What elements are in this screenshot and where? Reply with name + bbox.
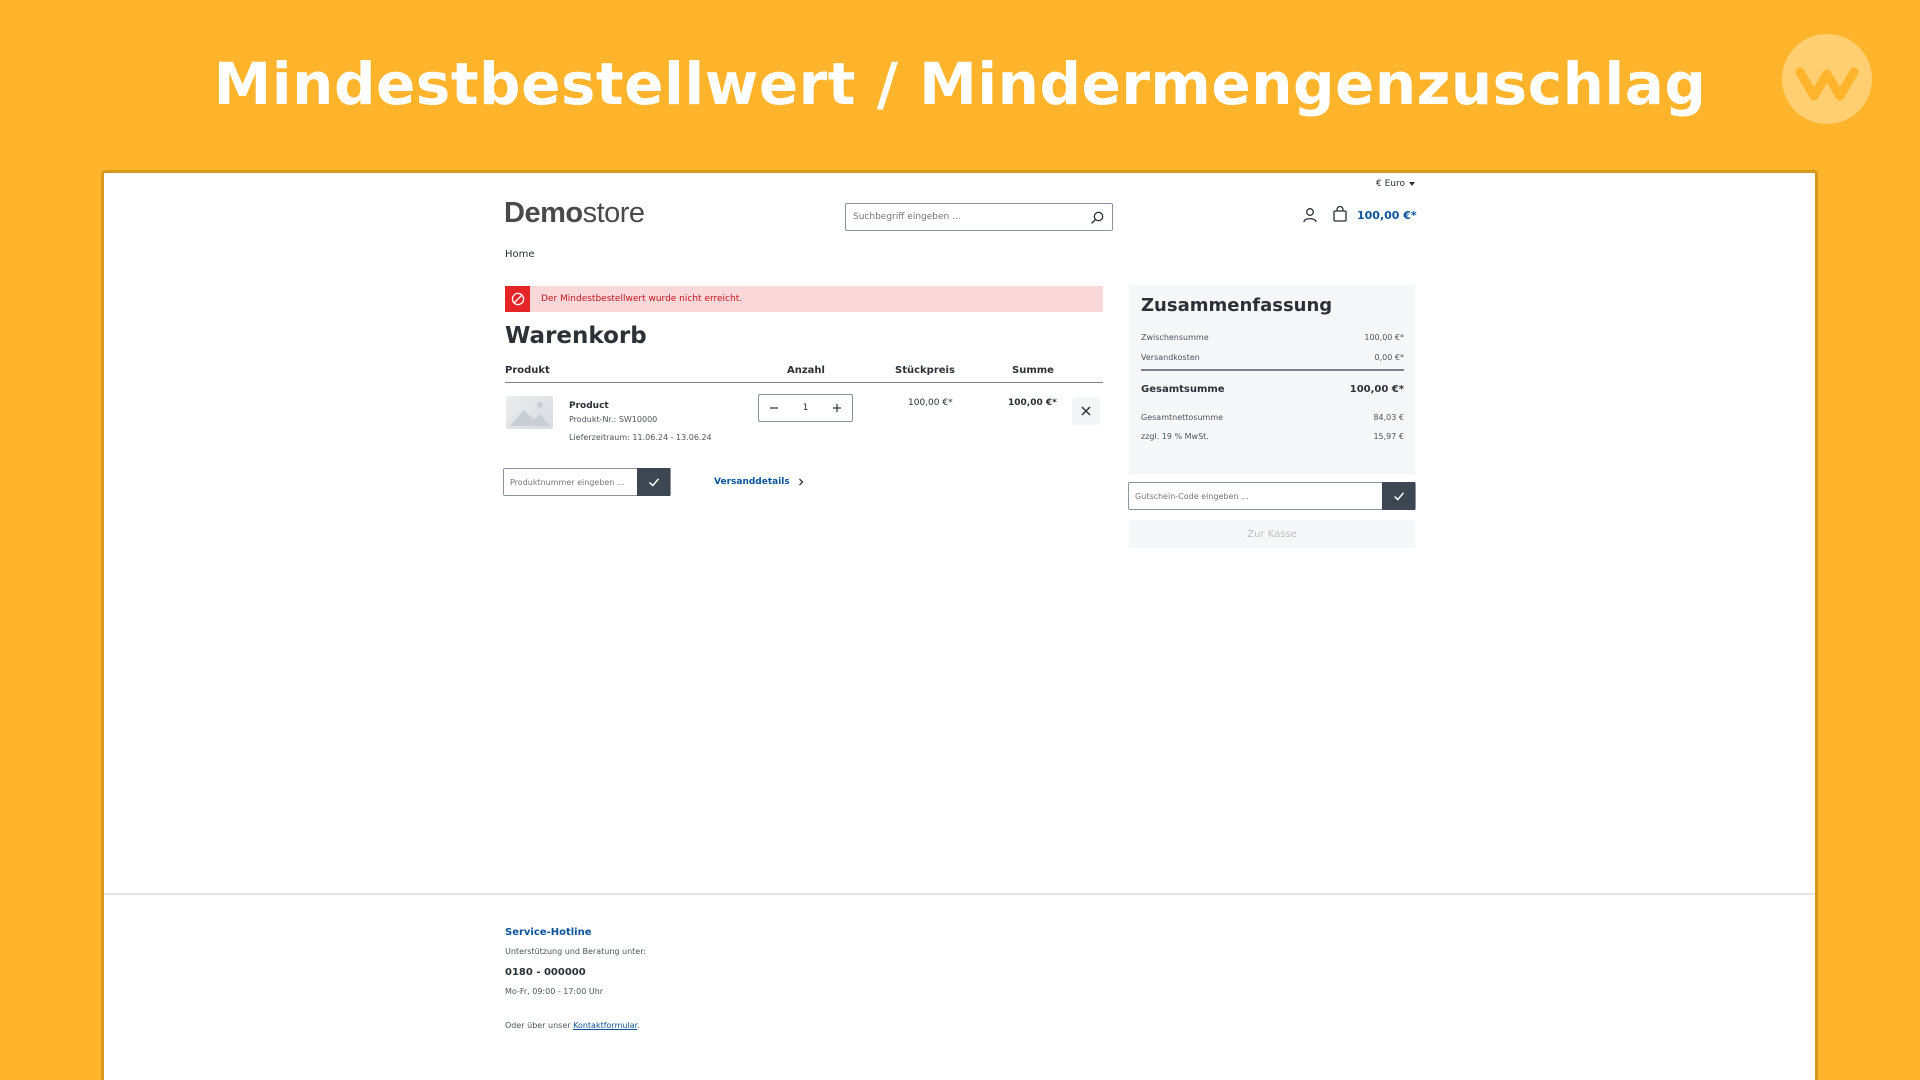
breadcrumb[interactable]: Home xyxy=(505,249,535,260)
minus-icon[interactable] xyxy=(767,401,781,415)
plus-icon[interactable] xyxy=(830,401,844,415)
shipping-details-link[interactable]: Versanddetails xyxy=(714,477,805,487)
shipping-value: 0,00 €* xyxy=(1374,353,1404,362)
summary-shipping-row: Versandkosten 0,00 €* xyxy=(1141,353,1404,362)
vat-label: zzgl. 19 % MwSt. xyxy=(1141,432,1209,441)
account-icon[interactable] xyxy=(1301,206,1319,224)
page-title: Warenkorb xyxy=(505,323,647,349)
search-input[interactable] xyxy=(846,204,1076,230)
summary-total-row: Gesamtsumme 100,00 €* xyxy=(1141,384,1404,395)
check-icon[interactable] xyxy=(1382,482,1415,510)
footer-hotline-title: Service-Hotline xyxy=(505,927,592,938)
column-header-total: Summe xyxy=(1012,365,1054,376)
checkout-button[interactable]: Zur Kasse xyxy=(1129,520,1415,548)
column-header-product: Produkt xyxy=(505,365,550,376)
footer: Service-Hotline Unterstützung und Beratu… xyxy=(104,893,1815,1080)
shipping-details-label: Versanddetails xyxy=(714,477,790,487)
search-icon[interactable] xyxy=(1090,210,1106,226)
browser-frame: € Euro Demostore 100,00 €* Home Der Mind… xyxy=(101,170,1818,1080)
footer-hotline-subtitle: Unterstützung und Beratung unter: xyxy=(505,947,647,956)
subtotal-label: Zwischensumme xyxy=(1141,333,1209,342)
vat-value: 15,97 € xyxy=(1373,432,1404,441)
footer-hours: Mo-Fr, 09:00 - 17:00 Uhr xyxy=(505,987,604,996)
summary-subtotal-row: Zwischensumme 100,00 €* xyxy=(1141,333,1404,342)
shipping-label: Versandkosten xyxy=(1141,353,1200,362)
contact-form-link[interactable]: Kontaktformular xyxy=(573,1021,637,1030)
close-icon[interactable] xyxy=(1072,397,1100,425)
product-image[interactable] xyxy=(506,396,553,429)
order-summary: Zusammenfassung Zwischensumme 100,00 €* … xyxy=(1129,285,1415,474)
brand-logo-icon xyxy=(1782,34,1872,124)
banner-title: Mindestbestellwert / Mindermengenzuschla… xyxy=(213,50,1707,118)
quantity-value[interactable]: 1 xyxy=(803,403,809,413)
alert-message: Der Mindestbestellwert wurde nicht errei… xyxy=(541,294,743,304)
min-order-alert: Der Mindestbestellwert wurde nicht errei… xyxy=(505,286,1103,312)
blocked-icon xyxy=(505,286,530,312)
net-value: 84,03 € xyxy=(1373,413,1404,422)
total-value: 100,00 €* xyxy=(1349,384,1404,395)
product-name[interactable]: Product xyxy=(569,401,609,411)
footer-contact-text: Oder über unser Kontaktformular. xyxy=(505,1021,640,1030)
logo-bold-text: Demo xyxy=(504,197,583,229)
line-total: 100,00 €* xyxy=(1008,398,1057,408)
summary-title: Zusammenfassung xyxy=(1141,295,1333,316)
currency-selector[interactable]: € Euro xyxy=(1376,179,1415,189)
summary-vat-row: zzgl. 19 % MwSt. 15,97 € xyxy=(1141,432,1404,441)
caret-down-icon xyxy=(1409,181,1415,186)
store-logo[interactable]: Demostore xyxy=(504,197,645,230)
net-label: Gesamtnettosumme xyxy=(1141,413,1224,422)
voucher-form xyxy=(1128,482,1416,510)
summary-net-row: Gesamtnettosumme 84,03 € xyxy=(1141,413,1404,422)
header-cart-total[interactable]: 100,00 €* xyxy=(1357,209,1417,222)
quantity-stepper: 1 xyxy=(758,394,853,422)
unit-price: 100,00 €* xyxy=(908,398,953,408)
contact-suffix: . xyxy=(637,1021,640,1030)
contact-prefix: Oder über unser xyxy=(505,1021,574,1030)
column-header-unit-price: Stückpreis xyxy=(895,365,955,376)
subtotal-value: 100,00 €* xyxy=(1364,333,1404,342)
product-delivery-period: Lieferzeitraum: 11.06.24 - 13.06.24 xyxy=(569,433,712,442)
currency-label: € Euro xyxy=(1376,179,1405,189)
cart-icon[interactable] xyxy=(1331,205,1349,223)
chevron-right-icon xyxy=(798,478,804,485)
product-number: Produkt-Nr.: SW10000 xyxy=(569,415,658,424)
shop-page: € Euro Demostore 100,00 €* Home Der Mind… xyxy=(104,173,1815,893)
cart-table-header: Produkt Anzahl Stückpreis Summe xyxy=(505,361,1103,383)
check-icon[interactable] xyxy=(637,468,670,496)
total-label: Gesamtsumme xyxy=(1141,384,1225,395)
voucher-input[interactable] xyxy=(1129,483,1382,509)
logo-light-text: store xyxy=(582,197,645,229)
summary-divider xyxy=(1141,369,1404,371)
footer-phone[interactable]: 0180 - 000000 xyxy=(505,967,586,978)
add-product-form xyxy=(503,468,671,496)
search-bar xyxy=(845,203,1113,231)
product-number-input[interactable] xyxy=(504,469,637,495)
column-header-quantity: Anzahl xyxy=(787,365,825,376)
